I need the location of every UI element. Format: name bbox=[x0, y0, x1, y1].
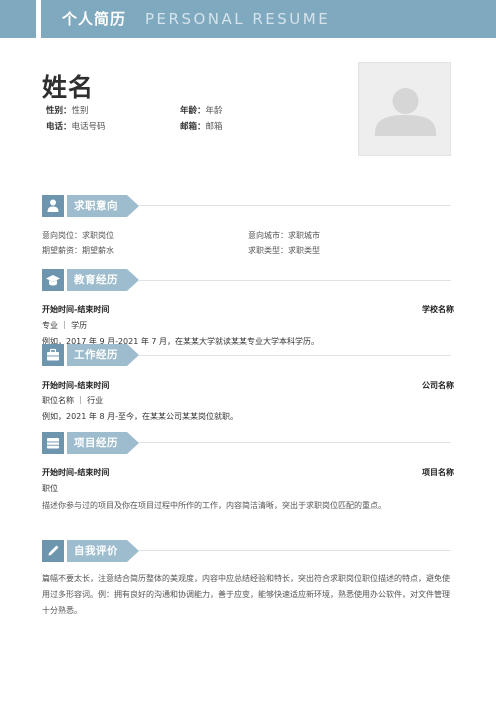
section-education-title: 教育经历 bbox=[74, 274, 118, 286]
section-self-title: 自我评价 bbox=[74, 545, 118, 557]
pencil-icon bbox=[48, 545, 59, 556]
email-field: 邮箱：邮箱 bbox=[180, 120, 223, 132]
education-school: 学校名称 bbox=[422, 305, 454, 314]
email-value: 邮箱 bbox=[205, 122, 223, 132]
job-position: 意向岗位：求职岗位 bbox=[42, 231, 114, 240]
age-value: 年龄 bbox=[205, 106, 223, 116]
section-project-icon-box bbox=[42, 432, 64, 454]
gender-field: 性别：性别 bbox=[46, 104, 89, 116]
age-field: 年龄：年龄 bbox=[180, 104, 223, 116]
email-label: 邮箱： bbox=[180, 122, 206, 132]
education-major: 专业 ｜ 学历 bbox=[42, 321, 88, 330]
profile-photo[interactable] bbox=[358, 62, 451, 156]
work-time: 开始时间-结束时间 bbox=[42, 381, 110, 390]
work-position: 职位名称 ｜ 行业 bbox=[42, 396, 104, 405]
section-project-title: 项目经历 bbox=[74, 437, 118, 449]
project-desc: 描述你参与过的项目及你在项目过程中所作的工作，内容简洁清晰，突出于求职岗位匹配的… bbox=[42, 501, 386, 510]
project-name: 项目名称 bbox=[422, 468, 454, 477]
person-icon bbox=[47, 199, 59, 212]
section-self-divider bbox=[139, 550, 451, 551]
profile-name: 姓名 bbox=[42, 73, 95, 102]
work-desc: 例如，2021 年 8 月-至今，在某某公司某某岗位就职。 bbox=[42, 412, 238, 421]
education-time: 开始时间-结束时间 bbox=[42, 305, 110, 314]
age-label: 年龄： bbox=[180, 106, 206, 116]
section-job-title: 求职意向 bbox=[74, 200, 118, 212]
section-project-divider bbox=[139, 442, 451, 443]
section-job-icon-box bbox=[42, 195, 64, 217]
project-role: 职位 bbox=[42, 484, 58, 493]
phone-field: 电话：电话号码 bbox=[46, 120, 106, 132]
section-job-divider bbox=[139, 205, 451, 206]
section-work-title: 工作经历 bbox=[74, 349, 118, 361]
avatar-placeholder-icon bbox=[375, 88, 436, 136]
section-work-divider bbox=[139, 355, 451, 356]
job-city: 意向城市：求职城市 bbox=[248, 231, 320, 240]
header-title-cn: 个人简历 bbox=[62, 10, 127, 28]
folder-icon bbox=[47, 438, 59, 449]
gender-label: 性别： bbox=[46, 106, 72, 116]
section-education-icon-box bbox=[42, 269, 64, 291]
work-company: 公司名称 bbox=[422, 381, 454, 390]
header-accent-block bbox=[0, 0, 36, 38]
gender-value: 性别 bbox=[71, 106, 89, 116]
briefcase-icon bbox=[47, 348, 59, 361]
project-time: 开始时间-结束时间 bbox=[42, 468, 110, 477]
self-evaluation-text: 篇幅不要太长，注意结合简历整体的美观度，内容中应总结经验和特长，突出符合求职岗位… bbox=[42, 574, 450, 615]
graduation-cap-icon bbox=[46, 275, 60, 286]
section-self-icon-box bbox=[42, 540, 64, 562]
section-education-divider bbox=[139, 280, 451, 281]
phone-value: 电话号码 bbox=[71, 122, 106, 132]
job-type: 求职类型：求职类型 bbox=[248, 246, 320, 255]
job-salary: 期望薪资：期望薪水 bbox=[42, 246, 114, 255]
header-title-en: PERSONAL RESUME bbox=[145, 10, 331, 28]
section-work-icon-box bbox=[42, 344, 64, 366]
phone-label: 电话： bbox=[46, 122, 72, 132]
